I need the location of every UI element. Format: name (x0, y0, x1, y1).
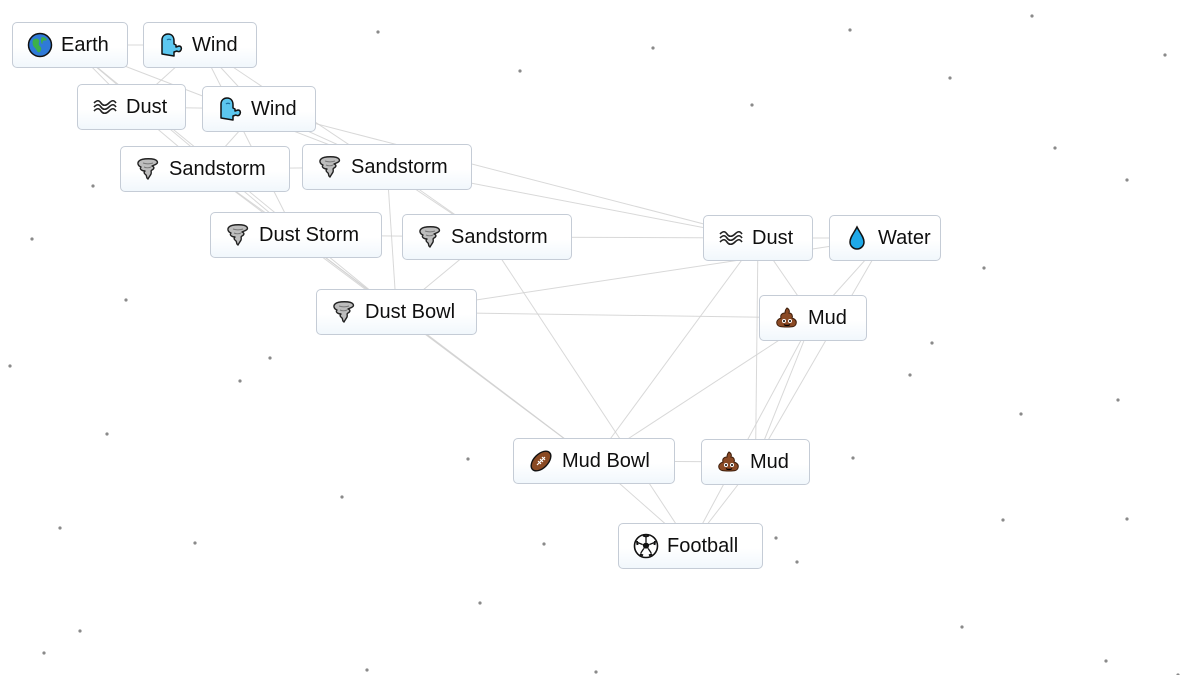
item-label: Mud (750, 451, 789, 473)
background-dot (193, 541, 197, 545)
item-dust-storm[interactable]: Dust Storm (210, 212, 382, 258)
item-label: Sandstorm (169, 158, 266, 180)
dust-waves-icon (92, 94, 118, 120)
background-dot (948, 76, 952, 80)
background-dot (774, 536, 778, 540)
tornado-icon (331, 299, 357, 325)
background-dot (908, 373, 912, 377)
connection-line (199, 44, 297, 236)
earth-globe-icon (27, 32, 53, 58)
background-dot (1104, 659, 1108, 663)
connection-line (199, 44, 488, 238)
background-dot (848, 28, 852, 32)
background-dot (851, 456, 855, 460)
background-dot (1001, 518, 1005, 522)
item-sandstorm[interactable]: Sandstorm (120, 146, 290, 192)
american-football-icon (528, 448, 554, 474)
background-dot (1163, 53, 1167, 57)
item-label: Dust Bowl (365, 301, 456, 323)
background-dot (542, 542, 546, 546)
background-dot (268, 356, 272, 360)
item-dust-bowl[interactable]: Dust Bowl (316, 289, 477, 335)
item-wind[interactable]: Wind (143, 22, 257, 68)
item-mud[interactable]: Mud (701, 439, 810, 485)
item-earth[interactable]: Earth (12, 22, 128, 68)
background-dot (340, 495, 344, 499)
background-dot (42, 651, 46, 655)
wind-face-icon (158, 32, 184, 58)
wind-face-icon (217, 96, 243, 122)
poop-icon (716, 449, 742, 475)
tornado-icon (225, 222, 251, 248)
item-label: Dust Storm (259, 224, 360, 246)
background-dot (91, 184, 95, 188)
background-dot (750, 103, 754, 107)
background-dot (1053, 146, 1057, 150)
background-dot (1125, 517, 1129, 521)
background-dot (58, 526, 62, 530)
connection-line (755, 237, 759, 463)
item-label: Wind (251, 98, 297, 120)
item-mud[interactable]: Mud (759, 295, 867, 341)
background-dot (8, 364, 12, 368)
item-label: Sandstorm (351, 156, 448, 178)
item-label: Football (667, 535, 739, 557)
background-dot (795, 560, 799, 564)
item-sandstorm[interactable]: Sandstorm (402, 214, 572, 260)
item-label: Dust (126, 96, 168, 118)
background-dot (518, 69, 522, 73)
item-label: Earth (61, 34, 109, 56)
item-label: Water (878, 227, 931, 249)
item-water[interactable]: Water (829, 215, 941, 261)
background-dot (651, 46, 655, 50)
background-dot (478, 601, 482, 605)
item-label: Mud Bowl (562, 450, 650, 472)
background-dot (1116, 398, 1120, 402)
connection-line (690, 317, 814, 547)
background-dot (78, 629, 82, 633)
background-dot (238, 379, 242, 383)
item-dust[interactable]: Dust (77, 84, 186, 130)
tornado-icon (135, 156, 161, 182)
soccer-ball-icon (633, 533, 659, 559)
poop-icon (774, 305, 800, 331)
water-droplet-icon (844, 225, 870, 251)
connection-line (755, 237, 886, 463)
background-dot (376, 30, 380, 34)
item-label: Mud (808, 307, 847, 329)
background-dot (365, 668, 369, 672)
item-sandstorm[interactable]: Sandstorm (302, 144, 472, 190)
background-dot (594, 670, 598, 674)
tornado-icon (417, 224, 443, 250)
background-dot (1030, 14, 1034, 18)
item-label: Wind (192, 34, 238, 56)
item-label: Sandstorm (451, 226, 548, 248)
item-dust[interactable]: Dust (703, 215, 813, 261)
item-mud-bowl[interactable]: Mud Bowl (513, 438, 675, 484)
background-dot (960, 625, 964, 629)
background-dot (1019, 412, 1023, 416)
item-wind[interactable]: Wind (202, 86, 316, 132)
dust-waves-icon (718, 225, 744, 251)
background-dot (930, 341, 934, 345)
item-football[interactable]: Football (618, 523, 763, 569)
background-dot (30, 237, 34, 241)
connection-line (69, 44, 297, 236)
background-dot (1125, 178, 1129, 182)
background-dot (105, 432, 109, 436)
item-label: Dust (752, 227, 794, 249)
background-dot (982, 266, 986, 270)
tornado-icon (317, 154, 343, 180)
background-dot (124, 298, 128, 302)
crafting-canvas[interactable]: Earth Wind Dust Wind Sandstorm Sandstorm (0, 0, 1200, 675)
background-dot (466, 457, 470, 461)
connection-line (593, 237, 759, 462)
